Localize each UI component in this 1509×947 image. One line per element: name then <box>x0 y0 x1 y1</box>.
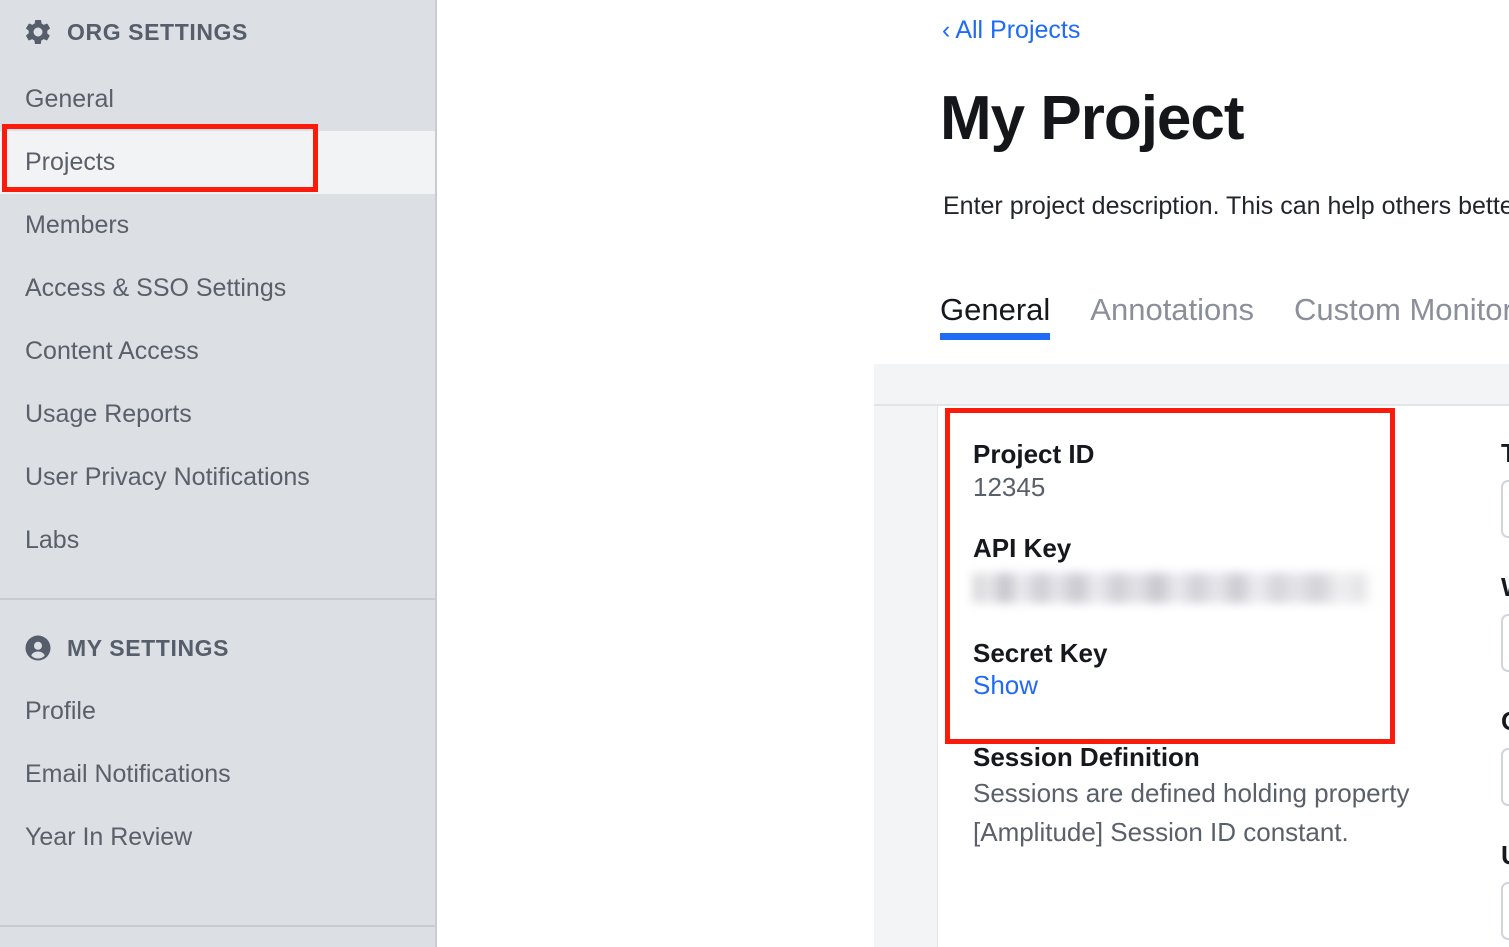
sidebar-section-title-my-settings: MY SETTINGS <box>67 635 229 662</box>
tab-label: General <box>940 292 1050 327</box>
project-id-label: Project ID <box>973 438 1443 471</box>
sidebar-my-settings-block: MY SETTINGS Profile Email Notifications … <box>0 600 435 869</box>
settings-left-column: Project ID 12345 API Key Secret Key Show… <box>973 438 1443 881</box>
breadcrumb-label: All Projects <box>955 16 1080 44</box>
sidebar-item-label: Members <box>25 211 129 240</box>
gear-icon <box>23 17 53 47</box>
settings-right-column: Time Zone (UTC+00:00) UTC ⌄ Weeks Start … <box>1501 438 1509 947</box>
weeks-start-on-label-text: Weeks Start On <box>1501 572 1509 603</box>
project-id-value: 12345 <box>973 471 1443 505</box>
tab-label: Annotations <box>1090 292 1254 327</box>
sidebar-item-year-in-review[interactable]: Year In Review <box>0 806 435 869</box>
sidebar-item-label: Email Notifications <box>25 760 231 789</box>
field-api-key: API Key <box>973 532 1443 603</box>
sidebar: ORG SETTINGS General Projects Members Ac… <box>0 0 437 947</box>
time-zone-select[interactable]: (UTC+00:00) UTC ⌄ <box>1501 480 1509 538</box>
sidebar-item-label: Projects <box>25 148 115 177</box>
user-avatar-icon <box>23 633 53 663</box>
sidebar-item-user-privacy-notifications[interactable]: User Privacy Notifications <box>0 446 435 509</box>
quarter-starts-in-label: Quarter Starts In <box>1501 706 1509 737</box>
time-zone-label-text: Time Zone <box>1501 438 1509 469</box>
chevron-left-icon: ‹ <box>942 16 950 44</box>
general-settings-card: Project ID 12345 API Key Secret Key Show… <box>937 406 1509 947</box>
tab-custom-monitors[interactable]: Custom Monitors <box>1294 292 1509 340</box>
sidebar-section-header-my-settings: MY SETTINGS <box>0 616 435 680</box>
settings-page: ORG SETTINGS General Projects Members Ac… <box>0 0 1509 947</box>
sidebar-item-label: Labs <box>25 526 79 555</box>
sidebar-item-projects[interactable]: Projects <box>0 131 435 194</box>
field-time-zone: Time Zone (UTC+00:00) UTC ⌄ <box>1501 438 1509 538</box>
field-session-definition: Session Definition Sessions are defined … <box>973 741 1443 853</box>
sidebar-item-profile[interactable]: Profile <box>0 680 435 743</box>
secret-key-show-link[interactable]: Show <box>973 669 1443 703</box>
quarter-starts-in-select[interactable]: January ⌄ <box>1501 748 1509 806</box>
sidebar-item-label: Profile <box>25 697 96 726</box>
sidebar-item-general[interactable]: General <box>0 68 435 131</box>
sidebar-item-members[interactable]: Members <box>0 194 435 257</box>
sidebar-item-email-notifications[interactable]: Email Notifications <box>0 743 435 806</box>
sidebar-item-label: General <box>25 85 114 114</box>
tabs-background-strip <box>874 364 1509 406</box>
weeks-start-on-select[interactable]: Monday ⌄ <box>1501 614 1509 672</box>
sidebar-item-label: Year In Review <box>25 823 192 852</box>
sidebar-item-label: Access & SSO Settings <box>25 274 286 303</box>
sidebar-item-usage-reports[interactable]: Usage Reports <box>0 383 435 446</box>
sidebar-item-access-sso-settings[interactable]: Access & SSO Settings <box>0 257 435 320</box>
sidebar-item-label: User Privacy Notifications <box>25 463 310 492</box>
tab-general[interactable]: General <box>940 292 1050 340</box>
field-project-id: Project ID 12345 <box>973 438 1443 504</box>
user-downloads-label-text: User Downloads <box>1501 840 1509 871</box>
user-downloads-label: User Downloads i <box>1501 840 1509 871</box>
tab-label: Custom Monitors <box>1294 292 1509 327</box>
secret-key-label: Secret Key <box>973 637 1443 670</box>
breadcrumb[interactable]: ‹All Projects <box>942 16 1080 45</box>
page-description: Enter project description. This can help… <box>943 192 1509 221</box>
weeks-start-on-label: Weeks Start On <box>1501 572 1509 603</box>
tab-bar: General Annotations Custom Monitors Auto… <box>940 292 1509 340</box>
page-title: My Project <box>940 88 1244 150</box>
sidebar-divider-bottom <box>0 925 435 927</box>
sidebar-section-header-org: ORG SETTINGS <box>0 0 435 64</box>
time-zone-label: Time Zone <box>1501 438 1509 469</box>
session-definition-label: Session Definition <box>973 741 1443 774</box>
api-key-value-redacted <box>973 573 1373 603</box>
sidebar-item-label: Usage Reports <box>25 400 192 429</box>
session-definition-text: Sessions are defined holding property [A… <box>973 774 1443 853</box>
sidebar-item-content-access[interactable]: Content Access <box>0 320 435 383</box>
sidebar-item-labs[interactable]: Labs <box>0 509 435 572</box>
user-downloads-select[interactable]: Enabled ⌄ <box>1501 882 1509 940</box>
field-quarter-starts-in: Quarter Starts In January ⌄ <box>1501 706 1509 806</box>
api-key-label: API Key <box>973 532 1443 565</box>
sidebar-org-list: General Projects Members Access & SSO Se… <box>0 64 435 572</box>
main-content: ‹All Projects My Project Enter project d… <box>437 0 1509 947</box>
quarter-starts-in-label-text: Quarter Starts In <box>1501 706 1509 737</box>
tab-annotations[interactable]: Annotations <box>1090 292 1254 340</box>
field-weeks-start-on: Weeks Start On Monday ⌄ <box>1501 572 1509 672</box>
field-user-downloads: User Downloads i Enabled ⌄ <box>1501 840 1509 940</box>
sidebar-section-title-org: ORG SETTINGS <box>67 19 248 46</box>
field-secret-key: Secret Key Show <box>973 637 1443 703</box>
sidebar-item-label: Content Access <box>25 337 199 366</box>
sidebar-my-list: Profile Email Notifications Year In Revi… <box>0 680 435 869</box>
